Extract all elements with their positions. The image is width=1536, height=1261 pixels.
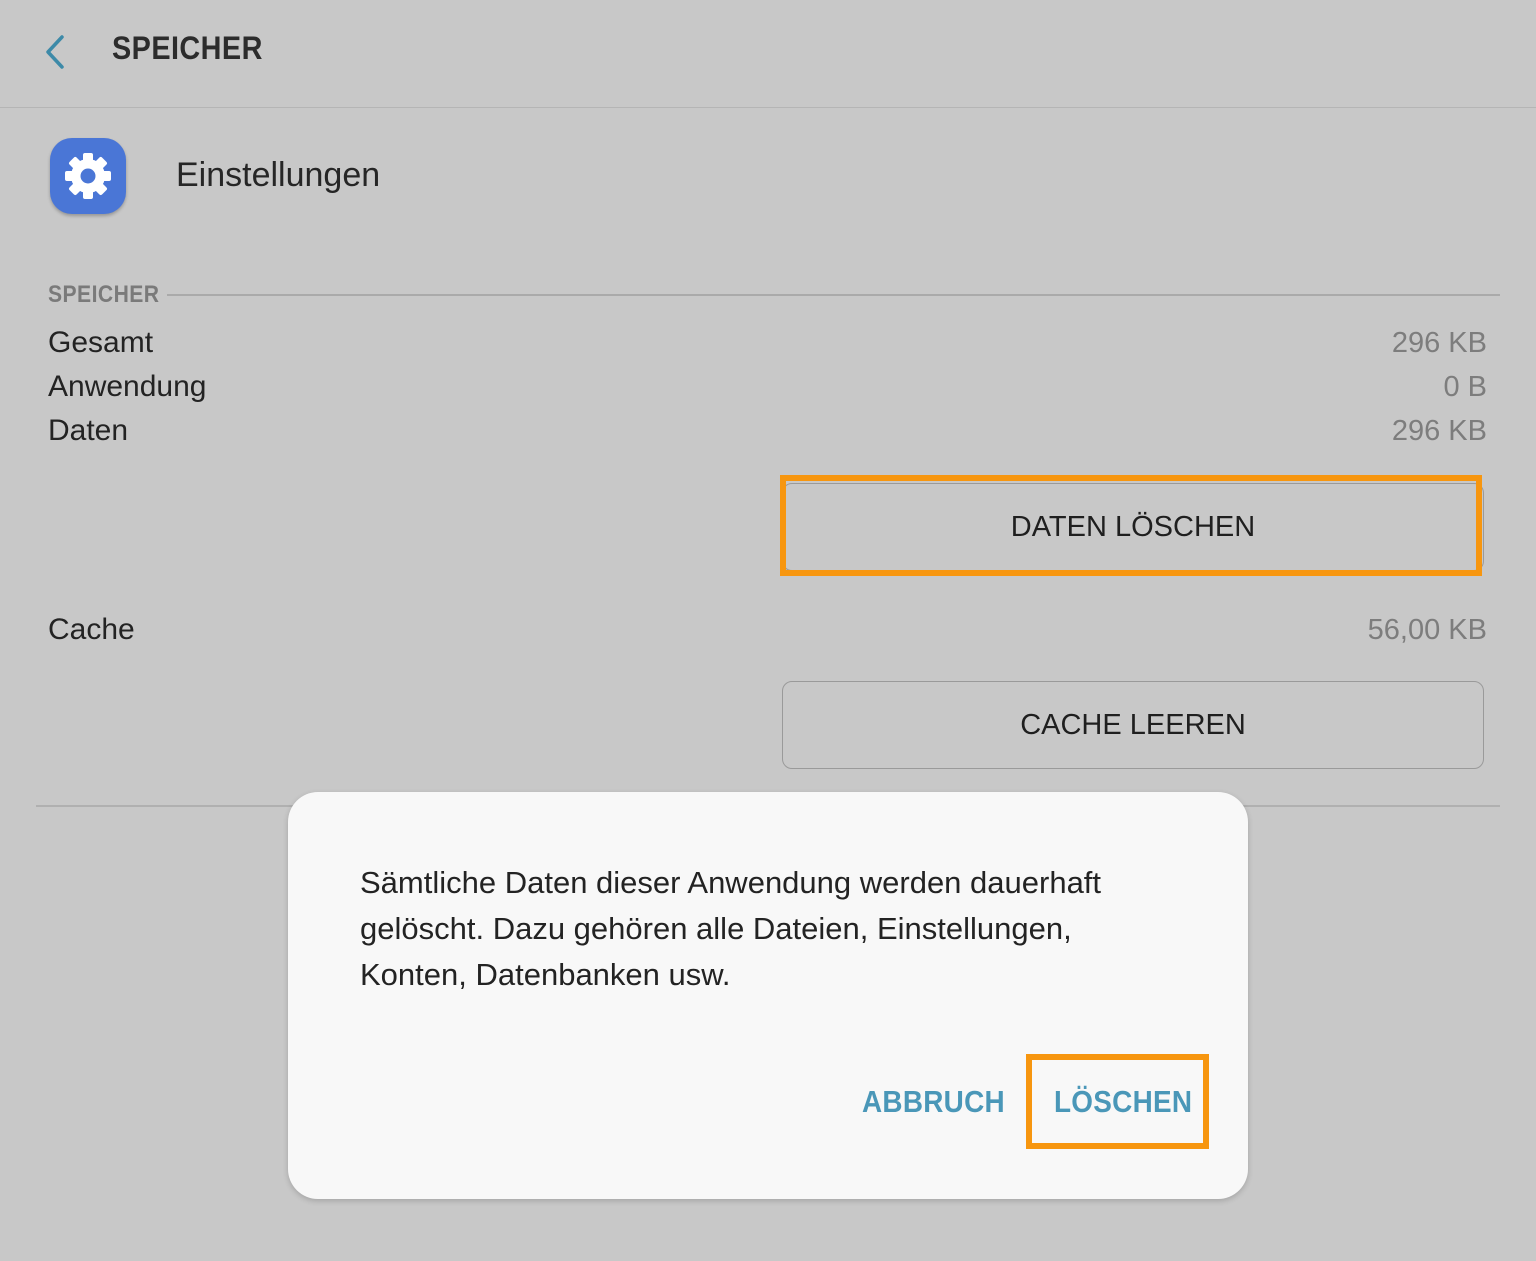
row-value: 56,00 KB	[1367, 613, 1487, 646]
app-icon	[50, 138, 126, 214]
back-button[interactable]	[30, 22, 80, 82]
row-label: Anwendung	[48, 370, 207, 403]
row-label: Cache	[48, 613, 135, 646]
storage-row-data: Daten 296 KB	[48, 409, 1487, 453]
gear-icon	[65, 153, 111, 199]
row-value: 296 KB	[1391, 326, 1487, 359]
app-header: Einstellungen	[48, 136, 1488, 216]
storage-row-application: Anwendung 0 B	[48, 365, 1487, 409]
chevron-left-icon	[46, 35, 64, 69]
clear-data-button[interactable]: DATEN LÖSCHEN	[782, 483, 1484, 571]
dialog-message: Sämtliche Daten dieser Anwendung werden …	[360, 865, 1102, 992]
app-bar: SPEICHER	[0, 0, 1536, 108]
delete-button[interactable]: LÖSCHEN	[1054, 1084, 1192, 1120]
cancel-button[interactable]: ABBRUCH	[862, 1084, 1005, 1120]
section-label: SPEICHER	[48, 281, 160, 308]
row-label: Gesamt	[48, 326, 154, 359]
storage-section-header: SPEICHER	[48, 280, 1500, 310]
storage-row-total: Gesamt 296 KB	[48, 321, 1487, 365]
row-value: 0 B	[1443, 370, 1487, 403]
clear-cache-button[interactable]: CACHE LEEREN	[782, 681, 1484, 769]
storage-row-cache: Cache 56,00 KB	[48, 608, 1487, 652]
row-value: 296 KB	[1391, 414, 1487, 447]
page-title: SPEICHER	[112, 30, 263, 66]
confirm-dialog: Sämtliche Daten dieser Anwendung werden …	[288, 792, 1248, 1199]
app-name: Einstellungen	[176, 156, 381, 194]
row-label: Daten	[48, 414, 129, 447]
section-divider	[167, 294, 1500, 296]
